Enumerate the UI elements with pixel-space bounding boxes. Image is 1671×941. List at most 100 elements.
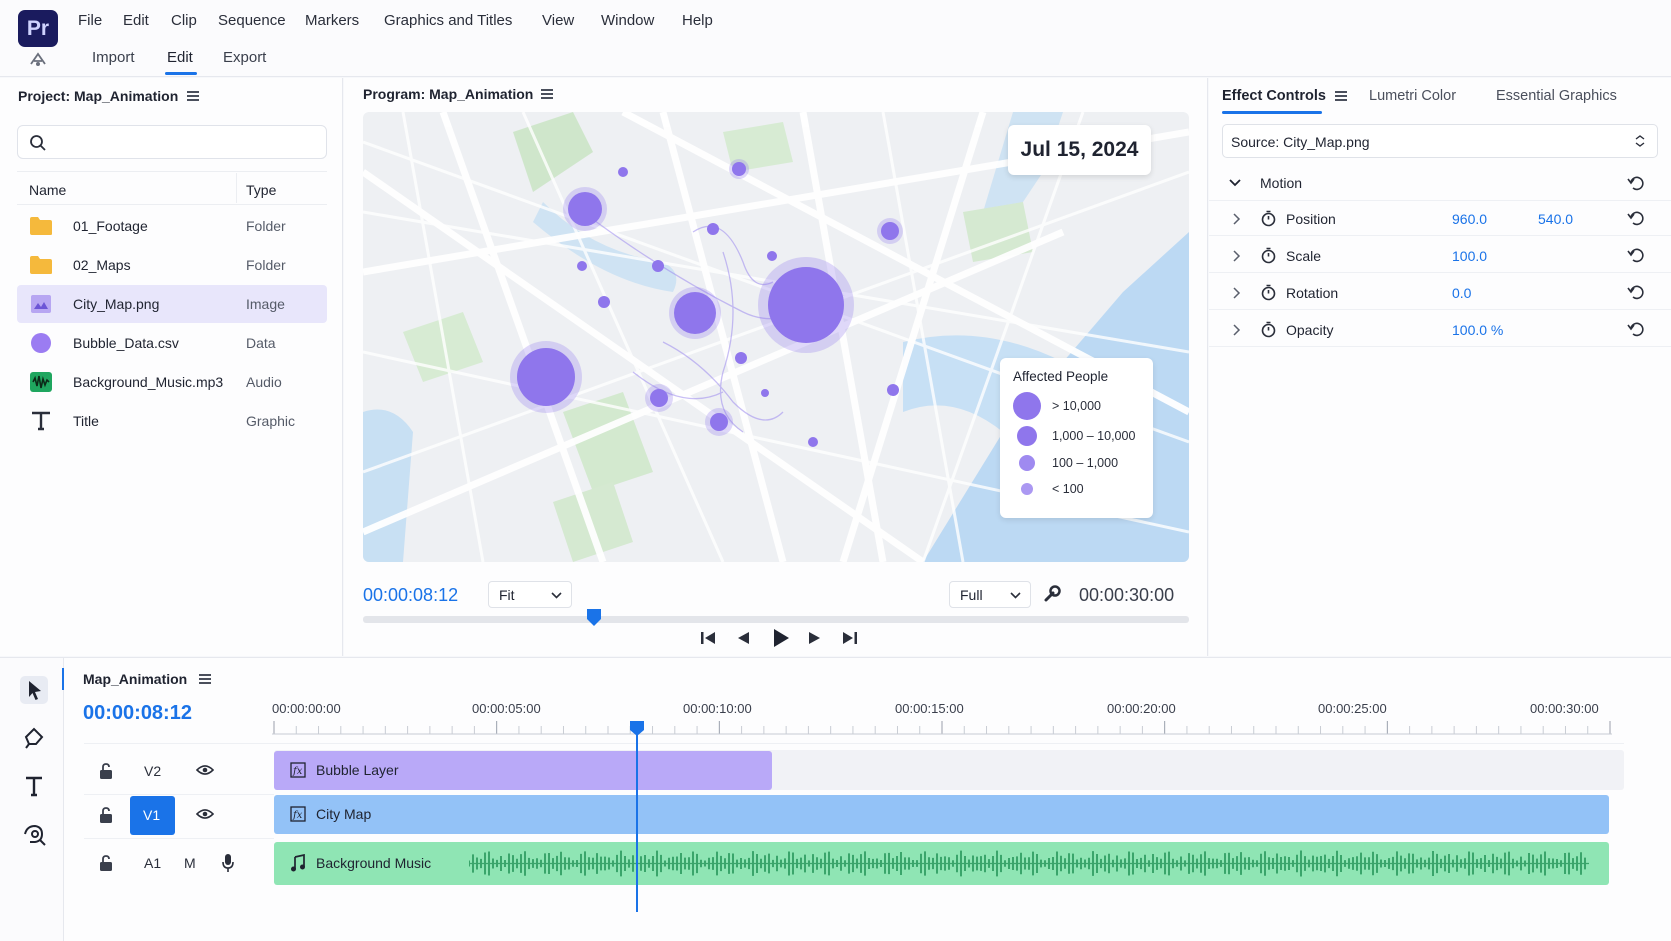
project-item[interactable]: 02_Maps Folder <box>17 246 327 284</box>
menu-help[interactable]: Help <box>682 12 713 29</box>
top-bar: Pr File Edit Clip Sequence Markers Graph… <box>0 0 1671 77</box>
go-to-end-icon[interactable] <box>842 630 858 646</box>
reset-icon[interactable] <box>1627 209 1645 227</box>
chevron-right-icon[interactable] <box>1233 213 1241 225</box>
property-label: Scale <box>1286 248 1322 264</box>
menu-markers[interactable]: Markers <box>305 12 359 29</box>
opacity-value[interactable]: 100.0 % <box>1452 322 1503 338</box>
project-item[interactable]: Title Graphic <box>17 402 327 440</box>
premiere-logo: Pr <box>18 10 58 47</box>
lock-icon[interactable] <box>98 854 114 872</box>
timeline-timecode[interactable]: 00:00:08:12 <box>83 702 192 725</box>
menu-sequence[interactable]: Sequence <box>218 12 286 29</box>
program-playhead[interactable] <box>586 608 602 627</box>
step-forward-icon[interactable] <box>808 630 822 646</box>
menu-edit[interactable]: Edit <box>123 12 149 29</box>
music-note-icon <box>291 854 305 872</box>
chevron-right-icon[interactable] <box>1233 287 1241 299</box>
motion-section-header[interactable]: Motion <box>1209 166 1671 201</box>
eye-icon[interactable] <box>196 764 214 776</box>
timeline-menu-icon[interactable] <box>199 674 211 684</box>
workspace-import[interactable]: Import <box>92 49 135 66</box>
timeline-playhead[interactable] <box>629 720 645 737</box>
workspace-edit[interactable]: Edit <box>167 49 193 66</box>
quality-select[interactable]: Full <box>949 581 1031 608</box>
track-target-v1[interactable]: V1 <box>130 796 175 835</box>
reset-icon[interactable] <box>1627 320 1645 338</box>
property-label: Position <box>1286 211 1336 227</box>
source-select[interactable]: Source: City_Map.png <box>1222 124 1658 158</box>
stopwatch-icon[interactable] <box>1260 247 1277 264</box>
menu-window[interactable]: Window <box>601 12 654 29</box>
microphone-icon[interactable] <box>222 853 234 873</box>
rotation-value[interactable]: 0.0 <box>1452 285 1471 301</box>
chevron-up-down-icon <box>1635 135 1645 147</box>
home-icon[interactable] <box>28 50 48 68</box>
wrench-settings-icon[interactable] <box>1042 584 1062 604</box>
project-search-input[interactable] <box>17 125 327 159</box>
image-icon <box>29 293 53 315</box>
stopwatch-icon[interactable] <box>1260 284 1277 301</box>
type-tool-icon[interactable] <box>20 772 48 800</box>
play-icon[interactable] <box>772 628 790 648</box>
position-y-value[interactable]: 540.0 <box>1538 211 1573 227</box>
position-x-value[interactable]: 960.0 <box>1452 211 1487 227</box>
workspace-export[interactable]: Export <box>223 49 266 66</box>
active-panel-indicator <box>62 668 64 690</box>
step-back-icon[interactable] <box>736 630 750 646</box>
property-scale[interactable]: Scale 100.0 <box>1209 238 1671 273</box>
text-graphic-icon <box>29 410 53 432</box>
stopwatch-icon[interactable] <box>1260 210 1277 227</box>
project-item[interactable]: 01_Footage Folder <box>17 207 327 245</box>
reset-icon[interactable] <box>1627 283 1645 301</box>
menu-graphics-and-titles[interactable]: Graphics and Titles <box>384 12 512 29</box>
menu-clip[interactable]: Clip <box>171 12 197 29</box>
date-overlay: Jul 15, 2024 <box>1008 125 1151 175</box>
chevron-down-icon <box>551 592 562 599</box>
project-item-selected[interactable]: City_Map.png Image <box>17 285 327 323</box>
tab-essential-graphics[interactable]: Essential Graphics <box>1496 88 1617 104</box>
time-ruler[interactable] <box>272 721 1612 735</box>
property-opacity[interactable]: Opacity 100.0 % <box>1209 312 1671 347</box>
property-position[interactable]: Position 960.0 540.0 <box>1209 201 1671 236</box>
fit-select[interactable]: Fit <box>488 581 572 608</box>
menu-file[interactable]: File <box>78 12 102 29</box>
chevron-right-icon[interactable] <box>1233 324 1241 336</box>
item-name: Background_Music.mp3 <box>73 374 224 390</box>
track-label-v2[interactable]: V2 <box>144 763 161 779</box>
tab-effect-controls[interactable]: Effect Controls <box>1222 88 1326 104</box>
eye-icon[interactable] <box>196 808 214 820</box>
project-item[interactable]: Bubble_Data.csv Data <box>17 324 327 362</box>
column-name-header[interactable]: Name <box>29 182 66 198</box>
clip-bubble-layer[interactable]: fx Bubble Layer <box>274 751 772 790</box>
lock-icon[interactable] <box>98 762 114 780</box>
clip-city-map[interactable]: fx City Map <box>274 795 1609 834</box>
search-icon <box>29 134 47 152</box>
hand-tool-icon[interactable] <box>20 820 48 848</box>
scale-value[interactable]: 100.0 <box>1452 248 1487 264</box>
chevron-right-icon[interactable] <box>1233 250 1241 262</box>
data-circle-icon <box>29 332 53 354</box>
reset-icon[interactable] <box>1627 246 1645 264</box>
stopwatch-icon[interactable] <box>1260 321 1277 338</box>
property-rotation[interactable]: Rotation 0.0 <box>1209 275 1671 310</box>
reset-icon[interactable] <box>1627 174 1645 192</box>
program-scrubber[interactable] <box>363 616 1189 623</box>
menu-view[interactable]: View <box>542 12 574 29</box>
mute-button[interactable]: M <box>184 855 196 871</box>
clip-background-music[interactable]: Background Music <box>274 842 1609 885</box>
fx-icon: fx <box>290 762 306 778</box>
track-label-a1[interactable]: A1 <box>144 855 161 871</box>
lock-icon[interactable] <box>98 806 114 824</box>
go-to-start-icon[interactable] <box>700 630 716 646</box>
pen-tool-icon[interactable] <box>20 724 48 752</box>
program-current-timecode[interactable]: 00:00:08:12 <box>363 585 458 606</box>
project-menu-icon[interactable] <box>187 91 199 101</box>
selection-tool-icon[interactable] <box>20 676 48 704</box>
effect-controls-menu-icon[interactable] <box>1335 91 1347 101</box>
project-item[interactable]: Background_Music.mp3 Audio <box>17 363 327 401</box>
tab-lumetri-color[interactable]: Lumetri Color <box>1369 88 1456 104</box>
program-menu-icon[interactable] <box>541 89 553 99</box>
column-type-header[interactable]: Type <box>246 182 276 198</box>
item-type: Image <box>246 296 285 312</box>
